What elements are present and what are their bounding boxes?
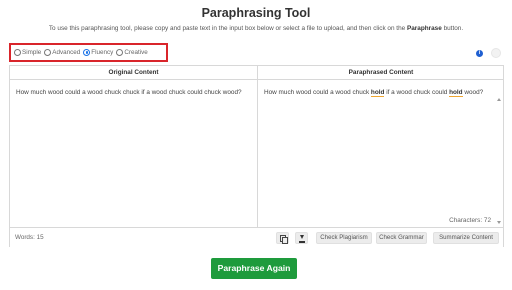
original-content-header: Original Content xyxy=(10,66,257,80)
changed-word-2[interactable]: hold xyxy=(449,89,463,97)
radio-creative[interactable] xyxy=(116,49,124,56)
instructions-text: To use this paraphrasing tool, please co… xyxy=(48,25,407,32)
changed-word-1[interactable]: hold xyxy=(370,89,385,97)
page-title: Paraphrasing Tool xyxy=(201,6,311,20)
word-count: Words: 15 xyxy=(15,234,44,241)
editor-panel: Original Content Paraphrased Content How… xyxy=(9,65,504,247)
paraphrased-text-output[interactable]: How much wood could a wood chuck hold if… xyxy=(258,80,504,227)
check-grammar-button[interactable]: Check Grammar xyxy=(376,232,427,244)
original-text: How much wood could a wood chuck chuck i… xyxy=(16,89,242,96)
copy-icon[interactable] xyxy=(276,232,289,244)
character-count: Characters: 72 xyxy=(449,217,491,224)
info-icon[interactable]: i xyxy=(476,50,483,57)
scroll-up-arrow[interactable] xyxy=(497,98,501,101)
radio-advanced[interactable] xyxy=(44,49,52,56)
scroll-down-arrow[interactable] xyxy=(497,221,501,224)
mode-fluency-label: Fluency xyxy=(91,49,114,56)
editor-footer: Words: 15 Check Plagiarism Check Grammar… xyxy=(10,227,503,247)
mode-fluency[interactable]: Fluency xyxy=(83,49,113,56)
mode-simple-label: Simple xyxy=(22,49,42,56)
paraphrase-again-button[interactable]: Paraphrase Again xyxy=(211,258,297,279)
circle-icon[interactable] xyxy=(491,48,501,58)
mode-simple[interactable]: Simple xyxy=(14,49,41,56)
instructions-bold: Paraphrase xyxy=(406,25,442,32)
original-text-input[interactable]: How much wood could a wood chuck chuck i… xyxy=(10,80,257,227)
page-instructions: To use this paraphrasing tool, please co… xyxy=(0,25,512,32)
radio-fluency[interactable] xyxy=(83,49,91,56)
download-icon[interactable] xyxy=(295,232,308,244)
mode-selector: Simple Advanced Fluency Creative xyxy=(9,43,168,62)
mode-creative-label: Creative xyxy=(124,49,148,56)
mode-advanced-label: Advanced xyxy=(52,49,81,56)
instructions-suffix: button. xyxy=(441,25,464,32)
radio-simple[interactable] xyxy=(14,49,21,56)
paraphrased-text-3: wood? xyxy=(462,89,484,96)
paraphrased-text-1: How much wood could a wood chuck xyxy=(264,89,371,96)
mode-advanced[interactable]: Advanced xyxy=(44,49,80,56)
paraphrased-content-header: Paraphrased Content xyxy=(258,66,504,80)
summarize-content-button[interactable]: Summarize Content xyxy=(433,232,499,244)
check-plagiarism-button[interactable]: Check Plagiarism xyxy=(316,232,372,244)
mode-creative[interactable]: Creative xyxy=(116,49,148,56)
paraphrased-text-2: if a wood chuck could xyxy=(384,89,450,96)
